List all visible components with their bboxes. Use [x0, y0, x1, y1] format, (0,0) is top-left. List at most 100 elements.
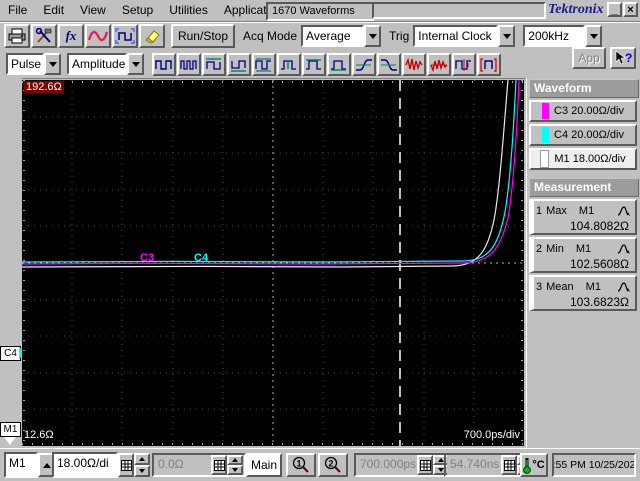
menu-view[interactable]: View: [72, 1, 114, 20]
rise-time-icon: [356, 58, 372, 71]
trig-source-value: Internal Clock: [413, 25, 499, 47]
spin-down-button[interactable]: [227, 465, 243, 475]
trig-freq-dropdown-button[interactable]: [585, 25, 603, 47]
waveform-select[interactable]: M1: [4, 452, 56, 478]
trig-freq-select[interactable]: 200kHz: [523, 25, 603, 47]
timebase-label: 700.0ps/div: [463, 429, 520, 441]
close-button[interactable]: ×: [623, 2, 638, 17]
keypad-button[interactable]: [118, 453, 134, 477]
measurement-toolbar: Pulse Amplitude: [0, 50, 640, 126]
meas-amplitude-button[interactable]: [277, 52, 301, 76]
c3-trace: [21, 79, 520, 265]
meas-period-button[interactable]: [152, 52, 176, 76]
window-title: 1670 Waveforms: [266, 2, 374, 21]
meas-value: 104.8082Ω: [569, 219, 629, 233]
keypad-button[interactable]: [417, 455, 433, 475]
graticule[interactable]: 192.6Ω 12.6Ω 700.0ps/div C3 C4: [21, 79, 524, 446]
spin-up-button[interactable]: [227, 455, 243, 465]
waveform-database-button[interactable]: [85, 24, 111, 48]
chevron-down-icon: [589, 33, 598, 39]
main-timebase-button[interactable]: Main: [246, 453, 282, 477]
readout-panel: Waveform C3 20.00Ω/div C4 20.00Ω/div M1 …: [526, 78, 640, 448]
keypad-icon: [503, 459, 515, 471]
m1-position-marker[interactable]: M1: [0, 422, 21, 437]
temperature-button[interactable]: °C: [520, 453, 548, 477]
m1-color-swatch: [540, 150, 550, 168]
spin-up-button[interactable]: [134, 453, 150, 465]
c4-position-marker[interactable]: C4: [0, 346, 21, 361]
spin-down-button[interactable]: [134, 465, 150, 477]
meas-pos-width-button[interactable]: [202, 52, 226, 76]
chevron-down-icon: [139, 469, 145, 473]
meas-rise-time-button[interactable]: [352, 52, 376, 76]
pulse-timing-icon: [455, 58, 471, 71]
tools-button[interactable]: [31, 24, 57, 48]
trig-source-dropdown-button[interactable]: [498, 25, 516, 47]
m1-marker-arrow-icon: [4, 437, 16, 445]
meas-pulse-timing-button[interactable]: [452, 52, 476, 76]
measurement-panel-header: Measurement: [529, 178, 639, 197]
meas-neg-noise-button[interactable]: [427, 52, 451, 76]
measurement-item-mean[interactable]: 3 Mean M1 103.6823Ω: [529, 275, 637, 311]
acq-mode-select[interactable]: Average: [301, 25, 382, 47]
measurement-item-max[interactable]: 1 Max M1 104.8082Ω: [529, 199, 637, 235]
time-position-field: 54.740ns: [447, 455, 501, 475]
vertical-scale-control: 18.00Ω/di: [52, 452, 150, 478]
meas-type-select[interactable]: Amplitude: [67, 53, 144, 75]
vertical-scale-spinner: [134, 453, 150, 477]
menu-file[interactable]: File: [0, 1, 35, 20]
keypad-icon: [419, 459, 431, 471]
pulse-top-icon: [306, 58, 321, 70]
keypad-button[interactable]: [501, 455, 517, 475]
trig-source-select[interactable]: Internal Clock: [413, 25, 516, 47]
vertical-scale-field[interactable]: 18.00Ω/di: [52, 452, 118, 478]
meas-duty-cycle-button[interactable]: [252, 52, 276, 76]
define-math-button[interactable]: fx: [58, 24, 84, 48]
chevron-down-icon: [502, 33, 511, 39]
mag1-zoom-button[interactable]: 1: [286, 453, 316, 477]
run-stop-button[interactable]: Run/Stop: [171, 24, 235, 48]
waveform-c3-button[interactable]: C3 20.00Ω/div: [529, 100, 637, 122]
printer-icon: [8, 28, 26, 44]
thermometer-icon: [523, 458, 532, 474]
mag2-zoom-button[interactable]: 2: [318, 453, 348, 477]
clear-data-button[interactable]: [139, 24, 165, 48]
meas-low-button[interactable]: [327, 52, 351, 76]
pulse-glyph-icon: [617, 281, 630, 292]
waveform-m1-button[interactable]: M1 18.00Ω/div: [529, 148, 637, 170]
meas-high-button[interactable]: [302, 52, 326, 76]
acq-mode-dropdown-button[interactable]: [364, 25, 382, 47]
menu-setup[interactable]: Setup: [114, 1, 161, 20]
menu-utilities[interactable]: Utilities: [161, 1, 216, 20]
magnifier-1-icon: 1: [292, 456, 309, 473]
print-button[interactable]: [4, 24, 30, 48]
minimize-button[interactable]: _: [607, 2, 622, 17]
meas-frequency-button[interactable]: [177, 52, 201, 76]
fx-icon: fx: [65, 28, 77, 43]
menu-edit[interactable]: Edit: [35, 1, 72, 20]
titlebar: File Edit View Setup Utilities Applicati…: [0, 0, 640, 22]
meas-source: M1: [575, 242, 592, 255]
meas-gated-pulse-button[interactable]: [477, 52, 501, 76]
waveform-c4-button[interactable]: C4 20.00Ω/div: [529, 124, 637, 146]
gated-pulse-icon: [480, 57, 497, 72]
c3-trace-label: C3: [140, 252, 155, 264]
amplitude-icon: [281, 59, 296, 70]
time-scale-control: 700.000ps: [354, 453, 452, 477]
select-waveform-button[interactable]: [112, 24, 138, 48]
measurement-item-min[interactable]: 2 Min M1 102.5608Ω: [529, 237, 637, 273]
waveform-panel-header: Waveform: [529, 79, 639, 98]
chevron-up-icon: [43, 462, 51, 468]
meas-category-select[interactable]: Pulse: [6, 53, 61, 75]
titlebar-spacer: [372, 2, 546, 19]
chevron-up-icon: [232, 458, 238, 462]
bottom-control-bar: M1 18.00Ω/di 0.0Ω Main 1 2 700.000ps 54.…: [0, 448, 640, 481]
keypad-icon: [120, 459, 132, 471]
meas-neg-width-button[interactable]: [227, 52, 251, 76]
keypad-button[interactable]: [211, 455, 227, 475]
trig-label: Trig: [389, 29, 410, 43]
meas-fall-time-button[interactable]: [377, 52, 401, 76]
meas-pos-noise-button[interactable]: [402, 52, 426, 76]
meas-category-dropdown-button[interactable]: [44, 53, 61, 75]
meas-type-dropdown-button[interactable]: [127, 53, 144, 75]
